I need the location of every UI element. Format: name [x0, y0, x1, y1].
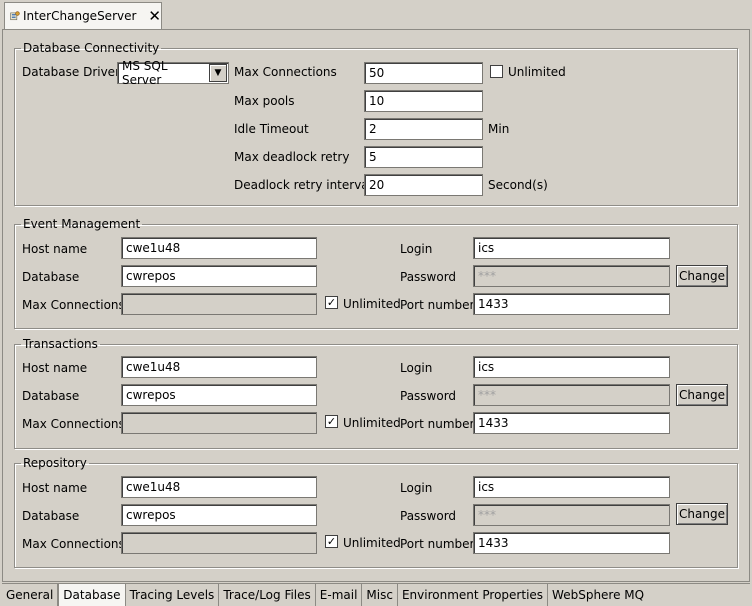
idle-timeout-label: Idle Timeout: [234, 122, 309, 136]
tx-password-input: [473, 384, 670, 406]
em-login-label: Login: [400, 242, 433, 256]
tx-unlimited-label: Unlimited: [343, 416, 401, 430]
database-driver-label: Database Driver: [22, 65, 120, 79]
editor-tab[interactable]: InterChangeServer ✕: [4, 2, 162, 29]
group-legend: Repository: [23, 456, 87, 470]
max-deadlock-retry-label: Max deadlock retry: [234, 150, 350, 164]
em-unlimited-checkbox[interactable]: ✓: [325, 296, 338, 309]
em-max-connections-label: Max Connections: [22, 298, 125, 312]
deadlock-retry-interval-input[interactable]: [364, 174, 483, 196]
tab-general[interactable]: General: [2, 584, 59, 606]
repo-change-button[interactable]: Change: [676, 503, 728, 525]
chevron-down-icon[interactable]: ▼: [209, 64, 227, 82]
tx-password-label: Password: [400, 389, 457, 403]
em-host-name-input[interactable]: [121, 237, 317, 259]
repo-unlimited-label: Unlimited: [343, 536, 401, 550]
em-database-label: Database: [22, 270, 80, 284]
em-password-label: Password: [400, 270, 457, 284]
em-port-number-label: Port number: [400, 298, 475, 312]
em-change-button[interactable]: Change: [676, 265, 728, 287]
tab-email[interactable]: E-mail: [316, 584, 363, 606]
repo-login-input[interactable]: [473, 476, 670, 498]
server-icon: [10, 11, 20, 21]
repo-port-number-input[interactable]: [473, 532, 670, 554]
group-legend: Event Management: [23, 217, 141, 231]
repo-host-name-label: Host name: [22, 481, 88, 495]
tab-websphere-mq[interactable]: WebSphere MQ: [548, 584, 648, 606]
repo-max-connections-input: [121, 532, 317, 554]
editor-tab-title: InterChangeServer: [22, 9, 137, 23]
idle-timeout-unit: Min: [488, 122, 510, 136]
tab-trace-log-files[interactable]: Trace/Log Files: [219, 584, 316, 606]
em-unlimited-label: Unlimited: [343, 297, 401, 311]
repo-password-input: [473, 504, 670, 526]
em-login-input[interactable]: [473, 237, 670, 259]
tab-environment-properties[interactable]: Environment Properties: [398, 584, 549, 606]
group-legend: Transactions: [23, 337, 98, 351]
repo-unlimited-checkbox[interactable]: ✓: [325, 535, 338, 548]
unlimited-label: Unlimited: [508, 65, 566, 79]
repo-database-input[interactable]: [121, 504, 317, 526]
tx-login-input[interactable]: [473, 356, 670, 378]
max-pools-input[interactable]: [364, 90, 483, 112]
tab-tracing-levels[interactable]: Tracing Levels: [126, 584, 220, 606]
repo-max-connections-label: Max Connections: [22, 537, 125, 551]
database-driver-select[interactable]: MS SQL Server ▼: [117, 59, 229, 87]
em-max-connections-input: [121, 293, 317, 315]
database-driver-value: MS SQL Server: [122, 59, 168, 87]
repo-port-number-label: Port number: [400, 537, 475, 551]
tx-host-name-label: Host name: [22, 361, 88, 375]
tx-database-label: Database: [22, 389, 80, 403]
tab-database[interactable]: Database: [58, 584, 126, 606]
tx-host-name-input[interactable]: [121, 356, 317, 378]
em-password-input: [473, 265, 670, 287]
max-pools-label: Max pools: [234, 94, 295, 108]
tx-change-button[interactable]: Change: [676, 384, 728, 406]
close-icon[interactable]: ✕: [148, 8, 161, 24]
tab-misc[interactable]: Misc: [362, 584, 398, 606]
em-port-number-input[interactable]: [473, 293, 670, 315]
tx-port-number-input[interactable]: [473, 412, 670, 434]
group-legend: Database Connectivity: [23, 41, 160, 55]
tx-max-connections-label: Max Connections: [22, 417, 125, 431]
repo-login-label: Login: [400, 481, 433, 495]
max-connections-input[interactable]: [364, 62, 483, 84]
max-connections-label: Max Connections: [234, 65, 337, 79]
em-host-name-label: Host name: [22, 242, 88, 256]
tx-database-input[interactable]: [121, 384, 317, 406]
unlimited-checkbox[interactable]: [490, 65, 503, 78]
repo-host-name-input[interactable]: [121, 476, 317, 498]
tx-login-label: Login: [400, 361, 433, 375]
max-deadlock-retry-input[interactable]: [364, 146, 483, 168]
deadlock-retry-interval-label: Deadlock retry interval: [234, 178, 372, 192]
em-database-input[interactable]: [121, 265, 317, 287]
tx-unlimited-checkbox[interactable]: ✓: [325, 415, 338, 428]
deadlock-retry-interval-unit: Second(s): [488, 178, 548, 192]
tx-max-connections-input: [121, 412, 317, 434]
repo-password-label: Password: [400, 509, 457, 523]
idle-timeout-input[interactable]: [364, 118, 483, 140]
tx-port-number-label: Port number: [400, 417, 475, 431]
bottom-tab-bar: General Database Tracing Levels Trace/Lo…: [2, 583, 750, 606]
repo-database-label: Database: [22, 509, 80, 523]
